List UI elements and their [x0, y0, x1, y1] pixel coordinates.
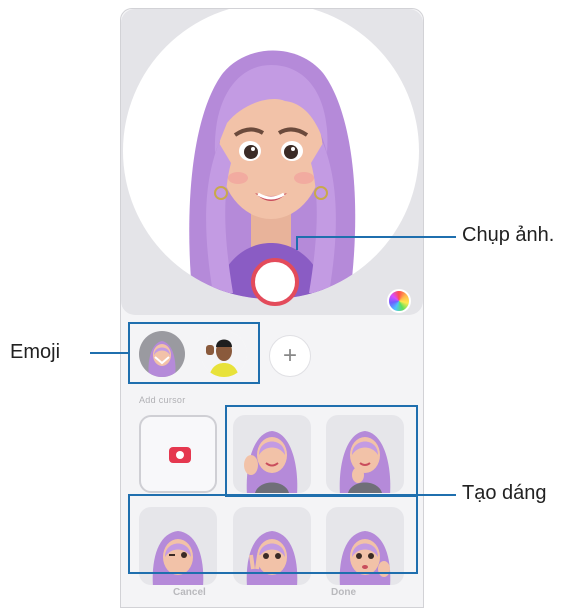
create-from-camera-button[interactable] [139, 415, 217, 493]
camera-preview [121, 9, 423, 315]
camera-icon [169, 447, 191, 463]
section-label: Add cursor [139, 395, 186, 405]
capture-callout-tick [296, 236, 298, 250]
avatar-face-illustration [189, 50, 356, 299]
pose-highlight-box-lower [128, 494, 418, 574]
emoji-callout-label: Emoji [10, 341, 61, 363]
done-button[interactable]: Done [331, 587, 356, 598]
capture-callout-label: Chụp ảnh. [462, 224, 555, 246]
emoji-callout-line [90, 352, 128, 354]
cancel-button[interactable]: Cancel [173, 587, 206, 598]
pose-highlight-box-upper [225, 405, 418, 497]
add-icon: + [282, 342, 297, 369]
pose-callout-line [418, 494, 456, 496]
capture-button[interactable] [251, 258, 299, 306]
pose-callout-label: Tạo dáng [462, 482, 547, 504]
emoji-highlight-box [128, 322, 260, 384]
capture-callout-line [296, 236, 456, 238]
background-color-button[interactable] [387, 289, 411, 313]
avatar-preview-circle [123, 9, 419, 299]
add-emoji-button[interactable]: + [269, 335, 311, 377]
bottom-action-bar: Cancel Done [121, 579, 423, 607]
